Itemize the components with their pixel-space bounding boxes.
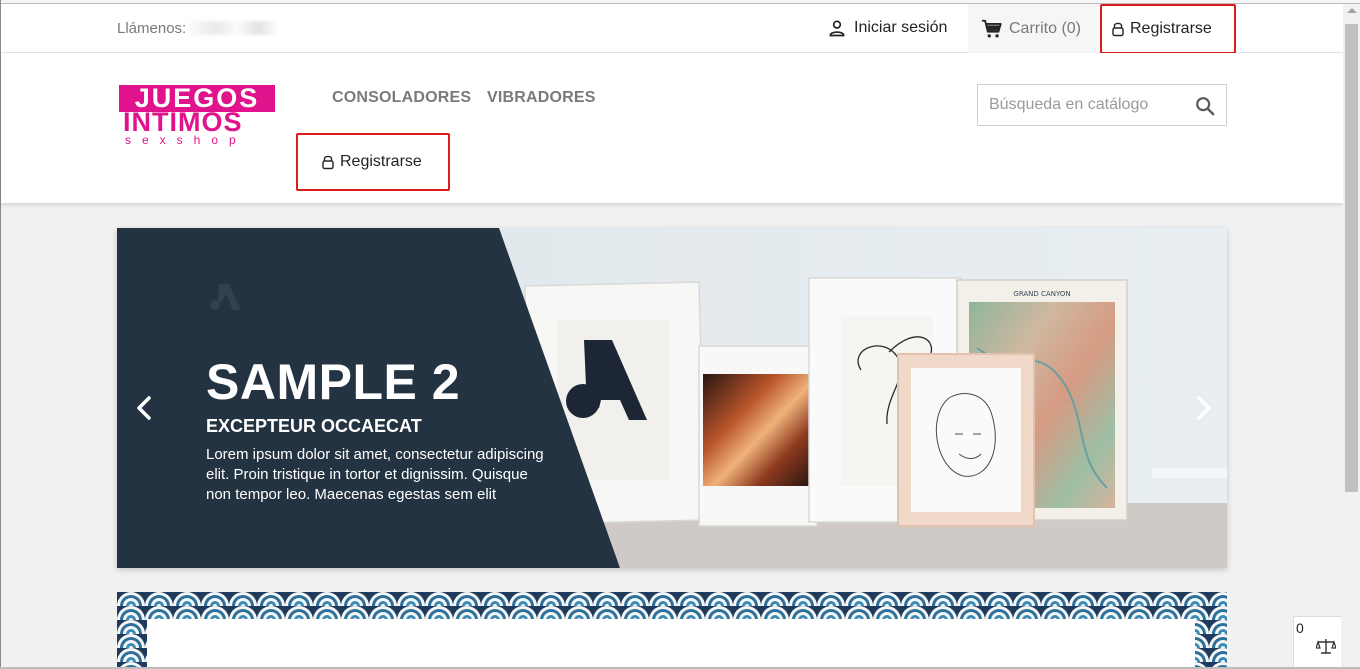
signin-label: Iniciar sesión — [854, 19, 948, 36]
logo-text-sexshop: sexshop — [125, 133, 247, 147]
top-utility-bar: Llámenos: Iniciar sesión Carrito (0) Reg… — [1, 4, 1343, 54]
contact-info: Llámenos: — [117, 20, 277, 37]
search-icon[interactable] — [1194, 95, 1216, 117]
shopping-cart-icon — [981, 19, 1002, 38]
slide-description: Lorem ipsum dolor sit amet, consectetur … — [206, 446, 544, 503]
scroll-up-arrow-icon[interactable] — [1347, 8, 1357, 13]
register-button-menu[interactable]: Registrarse — [296, 133, 450, 191]
compare-widget[interactable]: 0 — [1293, 616, 1341, 668]
user-icon — [829, 20, 845, 37]
register-label-menu: Registrarse — [340, 153, 422, 170]
scrollbar-thumb[interactable] — [1345, 24, 1358, 492]
page-scrollbar[interactable] — [1343, 4, 1360, 667]
contact-phone-blurred — [190, 21, 277, 35]
search-widget — [977, 84, 1227, 126]
promo-banner — [117, 592, 1227, 669]
hero-slider: GRAND CANYON SAMPLE 2 EXCEPTEUR OCCAECAT… — [117, 228, 1227, 568]
poster-map-title: GRAND CANYON — [1013, 290, 1070, 298]
main-header: JUEGOS INTIMOS sexshop CONSOLADORES VIBR… — [1, 53, 1343, 203]
cart-link[interactable]: Carrito (0) — [968, 4, 1097, 53]
contact-label: Llámenos: — [117, 20, 187, 37]
lock-icon — [1112, 22, 1124, 37]
logo-text-intimos: INTIMOS — [123, 107, 243, 137]
cart-label: Carrito (0) — [1009, 19, 1082, 37]
balance-scale-icon — [1316, 639, 1336, 654]
chevron-right-icon[interactable] — [1189, 388, 1219, 428]
lock-icon — [322, 155, 334, 170]
chevron-left-icon[interactable] — [129, 388, 159, 428]
signin-link[interactable]: Iniciar sesión — [827, 18, 947, 38]
banner-content-box — [147, 619, 1195, 669]
register-label-top: Registrarse — [1130, 20, 1212, 37]
menu-item-consoladores[interactable]: CONSOLADORES — [332, 89, 471, 107]
store-logo[interactable]: JUEGOS INTIMOS sexshop — [119, 85, 279, 147]
slide-brand-mark-icon — [210, 284, 241, 310]
slide-subtitle: EXCEPTEUR OCCAECAT — [206, 416, 422, 436]
menu-item-vibradores[interactable]: VIBRADORES — [487, 89, 596, 107]
search-input[interactable] — [978, 85, 1188, 125]
slide-title: SAMPLE 2 — [206, 354, 461, 410]
register-button-top[interactable]: Registrarse — [1100, 4, 1236, 54]
compare-count: 0 — [1296, 620, 1304, 636]
